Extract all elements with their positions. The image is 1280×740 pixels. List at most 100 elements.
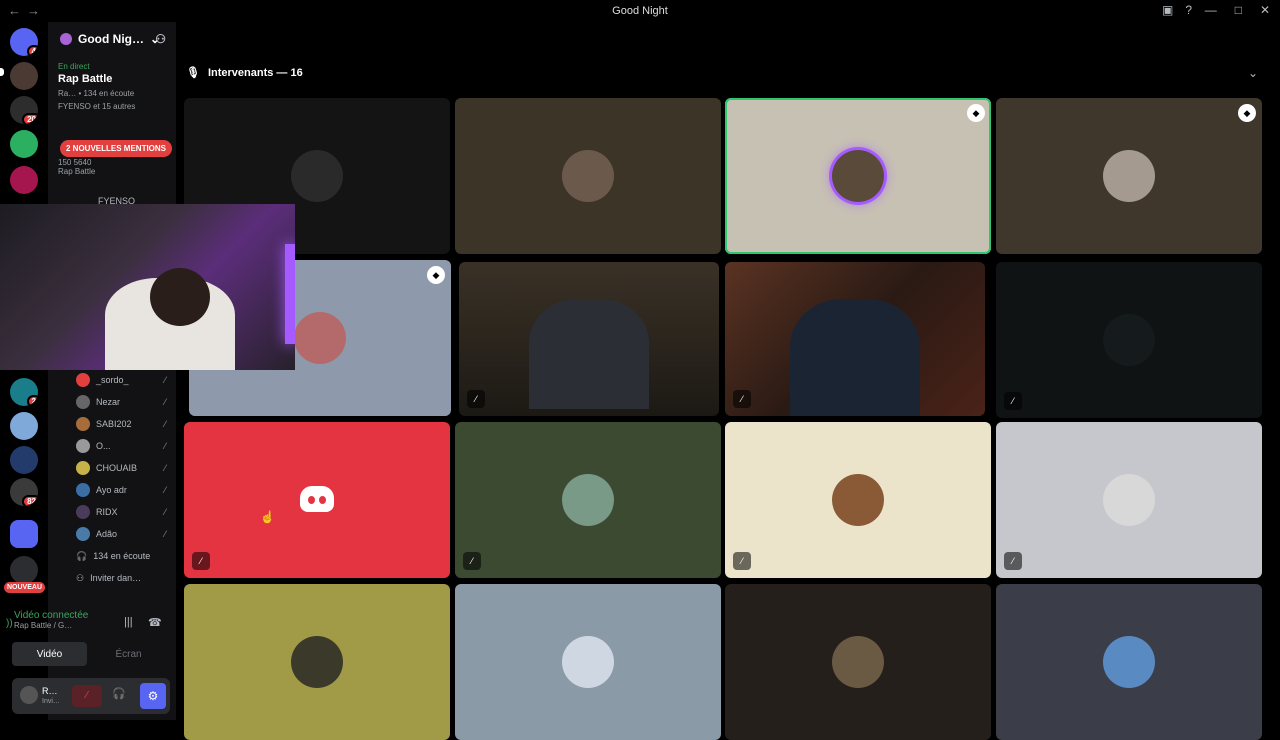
member-item[interactable]: RIDX ⁄	[76, 502, 168, 522]
listeners-row[interactable]: 🎧 134 en écoute	[76, 546, 168, 566]
member-item[interactable]: Nezar ⁄	[76, 392, 168, 412]
inbox-icon[interactable]: ▣	[1162, 3, 1173, 17]
server-icon[interactable]: 2	[10, 378, 38, 406]
avatar	[832, 636, 884, 688]
live-status: En direct	[58, 62, 90, 71]
stage-area: 🎙 Intervenants — 16 ⌄ ◆ ◆ ◆ ⁄ ⁄ ⁄ ⁄ ☝ ⁄ ⁄…	[176, 22, 1280, 740]
disconnect-icon[interactable]: ☎	[148, 616, 162, 629]
server-icon[interactable]	[10, 446, 38, 474]
speaker-tile-active[interactable]: ◆	[725, 98, 991, 254]
speaker-tile[interactable]: ⁄	[996, 422, 1262, 578]
speaker-tile[interactable]: ⁄ ☝	[184, 422, 450, 578]
chevron-down-icon[interactable]: ⌄	[1248, 66, 1258, 80]
webcam-overlay	[0, 204, 295, 370]
server-icon[interactable]	[10, 130, 38, 158]
mic-muted-icon: ⁄	[1004, 392, 1022, 410]
server-icon[interactable]	[10, 166, 38, 194]
server-icon[interactable]: 20	[10, 96, 38, 124]
title-bar: ←→ Good Night ▣? — □ ✕	[0, 0, 1280, 22]
mic-muted-icon: ⁄	[164, 485, 166, 495]
video-button[interactable]: Vidéo	[12, 642, 87, 666]
new-mentions-pill[interactable]: 2 NOUVELLES MENTIONS	[60, 140, 173, 157]
event-attendees: FYENSO et 15 autres	[58, 102, 136, 111]
mic-muted-icon: ⁄	[467, 390, 485, 408]
avatar	[76, 461, 90, 475]
close-button[interactable]: ✕	[1260, 3, 1270, 17]
mic-muted-icon: ⁄	[164, 419, 166, 429]
help-icon[interactable]: ?	[1185, 3, 1192, 17]
video-tile[interactable]: ⁄	[725, 262, 985, 416]
avatar	[562, 150, 614, 202]
speaker-tile[interactable]: ◆	[996, 98, 1262, 254]
invite-icon: ⚇	[76, 572, 85, 583]
mic-muted-icon: ⁄	[733, 390, 751, 408]
streamer-head	[150, 268, 210, 326]
avatar	[1103, 150, 1155, 202]
headphones-icon: 🎧	[76, 550, 88, 561]
mic-muted-button[interactable]: ⁄	[72, 685, 102, 707]
member-item[interactable]: Adão ⁄	[76, 524, 168, 544]
avatar	[76, 439, 90, 453]
mic-muted-icon: ⁄	[164, 375, 166, 385]
video-tile[interactable]: ⁄	[459, 262, 719, 416]
member-item[interactable]: Ayo adr ⁄	[76, 480, 168, 500]
speaker-tile[interactable]	[725, 584, 991, 740]
voice-channel-label: Rap Battle / G…	[14, 621, 73, 630]
server-icon[interactable]	[10, 62, 38, 90]
server-header[interactable]: Good Nig… ⌄ ⚇	[48, 22, 176, 56]
server-icon[interactable]	[10, 520, 38, 548]
mic-muted-icon: ⁄	[733, 552, 751, 570]
mic-muted-icon: ⁄	[164, 397, 166, 407]
avatar	[291, 636, 343, 688]
event-title: Rap Battle	[58, 73, 113, 85]
speaker-tile[interactable]	[455, 584, 721, 740]
avatar	[1103, 314, 1155, 366]
mouse-cursor-icon: ☝	[260, 510, 275, 524]
soundboard-icon[interactable]: |||	[124, 616, 133, 628]
member-item[interactable]: CHOUAIB ⁄	[76, 458, 168, 478]
speaker-tile[interactable]	[996, 584, 1262, 740]
avatar	[76, 527, 90, 541]
avatar	[291, 150, 343, 202]
speaker-tile[interactable]	[184, 584, 450, 740]
maximize-button[interactable]: □	[1235, 3, 1242, 17]
moderator-shield-icon: ◆	[1238, 104, 1256, 122]
user-panel: R… Invi… ⁄ 🎧 ⚙	[12, 678, 170, 714]
stage-channel-info[interactable]: 150 5640 Rap Battle	[58, 158, 95, 176]
avatar	[562, 636, 614, 688]
avatar[interactable]	[20, 686, 38, 704]
live-event-card[interactable]: En direct Rap Battle Ra… • 134 en écoute…	[48, 56, 176, 117]
avatar	[832, 474, 884, 526]
mic-muted-icon: ⁄	[164, 441, 166, 451]
server-folder[interactable]: 82	[10, 478, 38, 506]
event-meta: Ra… • 134 en écoute	[58, 89, 135, 98]
discord-logo-icon	[300, 486, 334, 512]
avatar	[294, 312, 346, 364]
voice-status[interactable]: Vidéo connectée Rap Battle / G…	[14, 610, 88, 630]
speaker-tile[interactable]	[455, 98, 721, 254]
new-badge: NOUVEAU	[4, 582, 46, 593]
minimize-button[interactable]: —	[1205, 3, 1217, 17]
speaker-tile[interactable]: ⁄	[725, 422, 991, 578]
headphones-button[interactable]: 🎧	[112, 687, 126, 700]
avatar	[76, 417, 90, 431]
speakers-label: Intervenants — 16	[207, 66, 303, 79]
speaker-tile[interactable]: ⁄	[455, 422, 721, 578]
stage-channel-name: Rap Battle	[58, 167, 96, 176]
server-icon[interactable]	[10, 412, 38, 440]
avatar	[76, 373, 90, 387]
invite-row[interactable]: ⚇ Inviter dan…	[76, 568, 168, 588]
member-item[interactable]: O... ⁄	[76, 436, 168, 456]
avatar	[76, 483, 90, 497]
member-item[interactable]: _sordo_ ⁄	[76, 370, 168, 390]
home-button[interactable]: 4	[10, 28, 38, 56]
folder-icon[interactable]	[10, 556, 38, 584]
invite-user-icon[interactable]: ⚇	[155, 32, 166, 46]
member-item[interactable]: SABI202 ⁄	[76, 414, 168, 434]
speaker-tile[interactable]: ⁄	[996, 262, 1262, 418]
settings-gear-icon[interactable]: ⚙	[140, 683, 166, 709]
mic-muted-icon: ⁄	[164, 463, 166, 473]
voice-panel: Vidéo connectée Rap Battle / G… )) ||| ☎…	[6, 602, 170, 718]
screen-share-button[interactable]: Écran	[91, 642, 166, 666]
avatar	[1103, 474, 1155, 526]
